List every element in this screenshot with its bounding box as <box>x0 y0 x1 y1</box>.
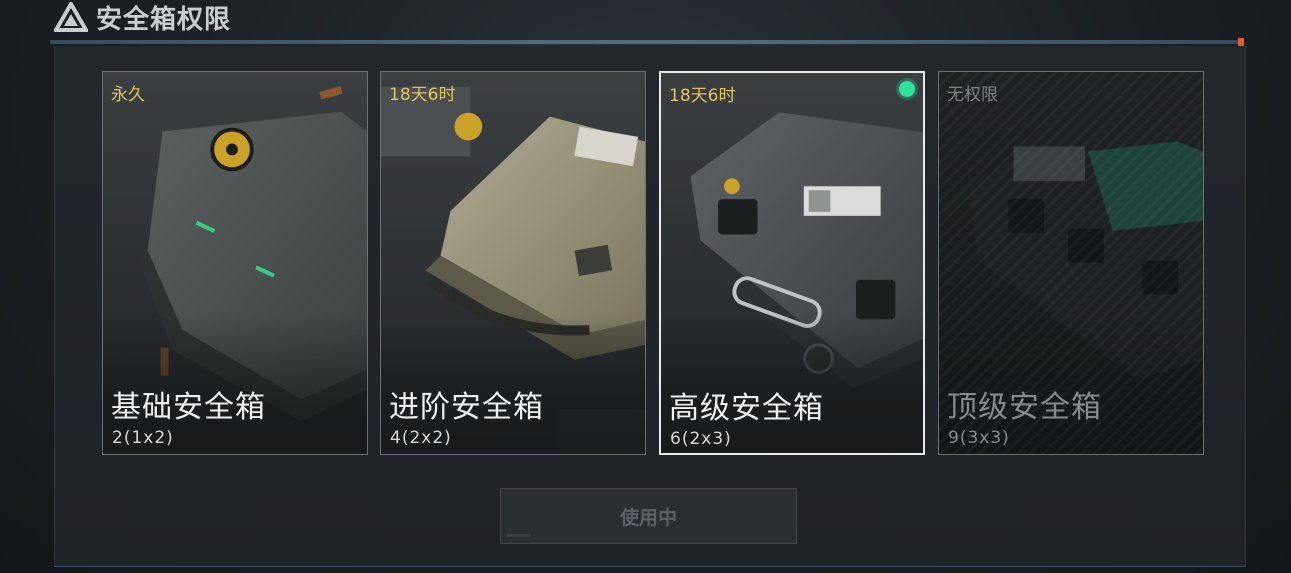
duration-label: 18天6时 <box>669 86 736 106</box>
header-divider <box>50 40 1244 44</box>
safe-box-capacity: 4(2x2) <box>390 428 452 448</box>
safe-box-card-top[interactable]: 无权限 顶级安全箱 9(3x3) <box>938 71 1204 455</box>
duration-label: 无权限 <box>947 85 998 105</box>
duration-label: 永久 <box>111 85 145 105</box>
safe-box-capacity: 6(2x3) <box>670 429 732 449</box>
safe-box-card-basic[interactable]: 永久 基础安全箱 2(1x2) <box>102 71 368 455</box>
button-decoration <box>507 534 531 537</box>
safe-box-card-advanced[interactable]: 18天6时 进阶安全箱 4(2x2) <box>380 71 646 455</box>
safe-box-name: 高级安全箱 <box>669 391 824 426</box>
title-group: 安全箱权限 <box>54 0 232 35</box>
safe-box-name: 顶级安全箱 <box>947 390 1102 425</box>
safe-box-card-premium[interactable]: 18天6时 高级安全箱 6(2x3) <box>659 71 925 455</box>
header-divider-accent <box>1238 38 1244 46</box>
header: 安全箱权限 <box>0 0 1291 46</box>
safe-box-capacity: 9(3x3) <box>948 428 1010 448</box>
delta-logo-icon <box>54 2 88 32</box>
safe-box-name: 进阶安全箱 <box>389 390 544 425</box>
in-use-indicator-icon <box>899 81 915 97</box>
in-use-button[interactable]: 使用中 <box>500 488 797 544</box>
safe-box-name: 基础安全箱 <box>111 390 266 425</box>
page-title: 安全箱权限 <box>96 4 232 35</box>
in-use-button-label: 使用中 <box>619 506 677 529</box>
safe-box-capacity: 2(1x2) <box>112 428 174 448</box>
duration-label: 18天6时 <box>389 85 456 105</box>
